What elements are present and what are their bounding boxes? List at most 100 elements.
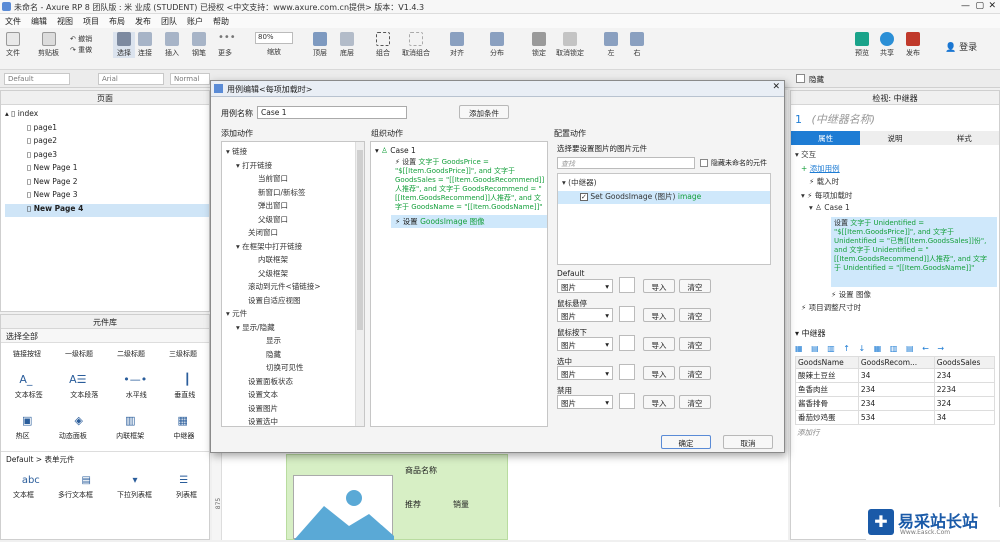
action-item[interactable]: 关闭窗口 — [226, 227, 364, 241]
column-header[interactable]: GoodsRecom... — [857, 355, 935, 369]
library-select-all[interactable]: 选择全部 — [1, 329, 209, 343]
redo-button[interactable]: ↷ 重做 — [70, 45, 92, 55]
action-item[interactable]: 弹出窗口 — [226, 200, 364, 214]
repeater-toolbar[interactable]: ▦ ▤ ▥ ↑ ↓ ▦ ▥ ▤ ← → — [791, 341, 999, 356]
action-category[interactable]: ▾ 打开链接 — [226, 160, 364, 174]
tab-properties[interactable]: 属性 — [791, 131, 861, 145]
clear-button[interactable]: 清空 — [679, 395, 711, 409]
table-cell[interactable]: 234 — [933, 367, 996, 383]
interaction-section[interactable]: ▾ 交互 — [795, 149, 999, 163]
close-icon[interactable]: ✕ — [988, 1, 996, 11]
clipboard-button[interactable]: 剪贴板 — [38, 32, 59, 58]
distribute-button[interactable]: 分布 — [490, 32, 504, 58]
action-item[interactable]: 设置文本 — [226, 389, 364, 403]
table-cell[interactable]: 324 — [933, 395, 996, 411]
set-goodsimage-item[interactable]: ✓ Set GoodsImage (图片) image — [558, 190, 770, 204]
repeater-data-table[interactable]: GoodsName GoodsRecom... GoodsSales 酸辣土豆丝 34… — [795, 355, 996, 425]
org-action-set-text[interactable]: ⚡ 设置 文字于 GoodsPrice = "$[[Item.GoodsPric… — [375, 155, 547, 212]
action-category[interactable]: ▾ 显示/隐藏 — [226, 322, 364, 336]
table-cell[interactable]: 酸辣土豆丝 — [795, 367, 859, 383]
tab-style[interactable]: 样式 — [929, 131, 999, 145]
action-set-text[interactable]: 设置 文字于 Unidentified = "$[[Item.GoodsPric… — [831, 216, 997, 287]
menu-publish[interactable]: 发布 — [130, 14, 156, 27]
align-button[interactable]: 对齐 — [450, 32, 464, 58]
left-button[interactable]: 左 — [604, 32, 618, 58]
repeater-node[interactable]: ▾ (中继器) — [562, 177, 770, 191]
event-resize[interactable]: ⚡ 项目调整尺寸时 — [801, 302, 999, 316]
widget-paragraph[interactable]: 文本段落 — [70, 390, 98, 400]
menu-team[interactable]: 团队 — [156, 14, 182, 27]
menu-account[interactable]: 账户 — [182, 14, 208, 27]
widget-h1[interactable]: 一级标题 — [65, 349, 93, 359]
zoom-control[interactable]: 80% 缩放 — [255, 32, 293, 57]
insert-button[interactable]: 插入 — [165, 32, 179, 58]
pen-button[interactable]: 钢笔 — [192, 32, 206, 58]
repeater-section[interactable]: ▾ 中继器 — [791, 326, 999, 341]
action-item[interactable]: 新窗口/新标签 — [226, 187, 364, 201]
table-cell[interactable]: 酱香排骨 — [795, 395, 859, 411]
preview-button[interactable]: 预览 — [855, 32, 869, 58]
menu-edit[interactable]: 编辑 — [26, 14, 52, 27]
widget-h3[interactable]: 三级标题 — [169, 349, 197, 359]
login-button[interactable]: 👤 登录 — [945, 40, 977, 53]
widget-text-label[interactable]: 文本标签 — [15, 390, 43, 400]
column-header[interactable]: GoodsName — [795, 355, 859, 369]
widget-dropdown[interactable]: 下拉列表框 — [117, 490, 152, 500]
widget-hline[interactable]: 水平线 — [126, 390, 147, 400]
ungroup-button[interactable]: 取消组合 — [402, 32, 430, 58]
cancel-button[interactable]: 取消 — [723, 435, 773, 449]
ok-button[interactable]: 确定 — [661, 435, 711, 449]
action-item[interactable]: 设置自适应视图 — [226, 295, 364, 309]
page-item[interactable]: ▯ page3 — [5, 150, 209, 164]
page-item[interactable]: ▯ page1 — [5, 123, 209, 137]
more-button[interactable]: ••• 更多 — [218, 32, 236, 58]
widget-listbox[interactable]: 列表框 — [176, 490, 197, 500]
org-action-set-image[interactable]: ⚡ 设置 GoodsImage 图像 — [391, 215, 547, 228]
state-select-pressed[interactable]: 图片 ▾ — [557, 337, 613, 351]
top-layer-button[interactable]: 顶层 — [313, 32, 327, 58]
action-category[interactable]: ▾ 链接 — [226, 146, 364, 160]
minimize-icon[interactable]: — — [961, 1, 970, 11]
menu-view[interactable]: 视图 — [52, 14, 78, 27]
widget-textarea[interactable]: 多行文本框 — [58, 490, 93, 500]
menu-file[interactable]: 文件 — [0, 14, 26, 27]
table-cell[interactable]: 34 — [933, 409, 996, 425]
table-cell[interactable]: 534 — [857, 409, 935, 425]
scrollbar-thumb[interactable] — [357, 150, 363, 330]
table-cell[interactable]: 鱼香肉丝 — [795, 381, 859, 397]
page-tree-root[interactable]: ▴ ▯ index — [5, 109, 209, 123]
import-button[interactable]: 导入 — [643, 308, 675, 322]
menu-layout[interactable]: 布局 — [104, 14, 130, 27]
event-onload[interactable]: ⚡ 载入时 — [795, 176, 999, 190]
checked-checkbox[interactable]: ✓ — [580, 192, 588, 201]
library-section[interactable]: Default > 表单元件 — [1, 451, 209, 467]
action-item[interactable]: 显示 — [226, 335, 364, 349]
event-item-loaded[interactable]: ▾ ⚡ 每项加载时 — [795, 190, 999, 204]
import-button[interactable]: 导入 — [643, 279, 675, 293]
table-cell[interactable]: 34 — [857, 367, 935, 383]
goods-image-placeholder[interactable] — [293, 475, 394, 540]
table-cell[interactable]: 番茄炒鸡蛋 — [795, 409, 859, 425]
select-button[interactable]: 选择 — [113, 32, 135, 58]
style-select[interactable]: Default — [4, 73, 70, 85]
page-item[interactable]: ▯ New Page 2 — [5, 177, 209, 191]
right-button[interactable]: 右 — [630, 32, 644, 58]
clear-button[interactable]: 清空 — [679, 366, 711, 380]
bottom-layer-button[interactable]: 底层 — [340, 32, 354, 58]
state-select-disabled[interactable]: 图片 ▾ — [557, 395, 613, 409]
share-button[interactable]: 共享 — [880, 32, 894, 58]
add-condition-button[interactable]: 添加条件 — [459, 105, 509, 119]
font-select[interactable]: Arial — [98, 73, 164, 85]
menu-project[interactable]: 项目 — [78, 14, 104, 27]
undo-button[interactable]: ↶ 撤销 — [70, 34, 92, 44]
action-item[interactable]: 滚动到元件<锚链接> — [226, 281, 364, 295]
zoom-value[interactable]: 80% — [255, 32, 293, 44]
import-button[interactable]: 导入 — [643, 395, 675, 409]
tab-notes[interactable]: 说明 — [860, 131, 930, 145]
widget-dynamic-panel[interactable]: 动态面板 — [59, 431, 87, 441]
repeater-item[interactable]: 商品名称 推荐 销量 — [286, 454, 508, 540]
case-name-input[interactable]: Case 1 — [257, 106, 407, 119]
org-case-node[interactable]: ▾ ♙ Case 1 — [375, 146, 547, 155]
widget-repeater[interactable]: 中继器 — [173, 431, 194, 441]
action-item[interactable]: 设置面板状态 — [226, 376, 364, 390]
